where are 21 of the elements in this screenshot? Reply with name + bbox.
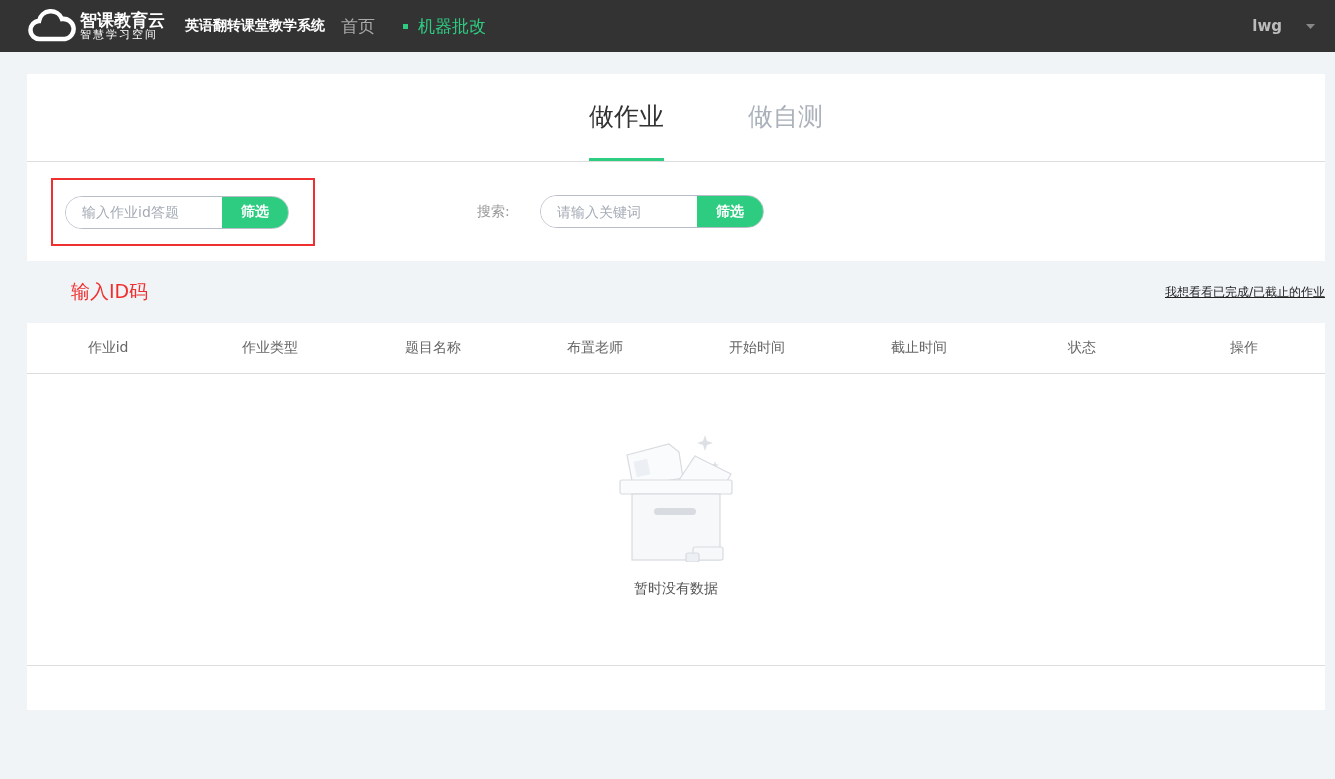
- logo-subtitle: 智慧学习空间: [80, 29, 158, 42]
- search-label: 搜索:: [477, 202, 510, 221]
- column-header: 操作: [1228, 339, 1259, 357]
- column-header: 作业id: [86, 339, 130, 357]
- column-header: 布置老师: [565, 339, 624, 357]
- caret-icon[interactable]: [1306, 23, 1315, 29]
- tab[interactable]: 做作业: [589, 74, 664, 161]
- column-header: 开始时间: [728, 339, 787, 357]
- column-header: 状态: [1066, 339, 1097, 357]
- nav-link[interactable]: 机器批改: [403, 14, 486, 38]
- user-name[interactable]: lwg: [1252, 17, 1282, 35]
- empty-message: 暂时没有数据: [634, 580, 718, 598]
- finished-homework-link[interactable]: 我想看看已完成/已截止的作业: [1164, 283, 1325, 301]
- cloud-logo-icon: [28, 9, 76, 43]
- annotation-text: 输入ID码: [71, 279, 149, 304]
- column-header: 题目名称: [403, 339, 462, 357]
- nav-link[interactable]: 首页: [341, 14, 375, 38]
- column-header: 作业类型: [241, 339, 300, 357]
- logo-title: 智课教育云: [80, 10, 165, 30]
- system-name: 英语翻转课堂教学系统: [185, 17, 325, 35]
- column-header: 截止时间: [890, 339, 949, 357]
